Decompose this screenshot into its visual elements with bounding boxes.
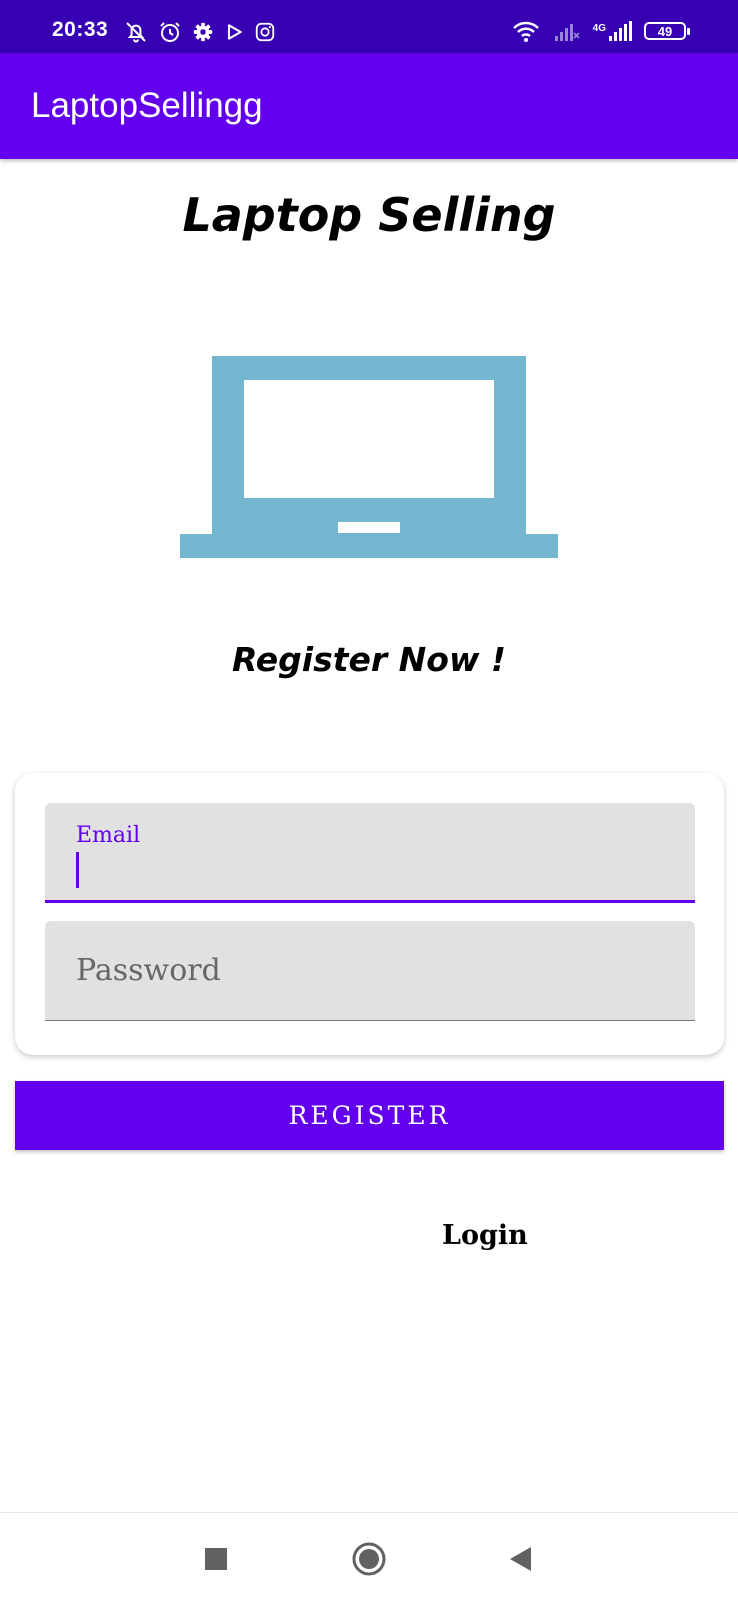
status-icons-right: 4G 49 (511, 19, 690, 43)
home-button[interactable] (347, 1537, 391, 1581)
recents-square-icon (205, 1548, 227, 1570)
register-form-card: Email Password (15, 773, 724, 1055)
recents-button[interactable] (194, 1537, 238, 1581)
password-placeholder: Password (76, 953, 221, 988)
alarm-icon (160, 22, 180, 42)
register-button[interactable]: REGISTER (15, 1081, 724, 1150)
back-triangle-icon (510, 1547, 531, 1571)
signal-weak-icon (554, 24, 580, 41)
laptop-icon (180, 356, 558, 558)
bell-off-icon (126, 22, 146, 43)
play-store-icon (227, 24, 242, 40)
app-bar: LaptopSellingg (0, 53, 738, 159)
password-field[interactable]: Password (45, 921, 695, 1021)
signal-full-icon (609, 21, 632, 41)
back-button[interactable] (498, 1537, 542, 1581)
battery-indicator: 49 (644, 22, 690, 40)
wifi-icon (512, 21, 539, 42)
status-icons-left (124, 20, 276, 44)
battery-level: 49 (657, 23, 673, 39)
status-time: 20:33 (52, 18, 109, 41)
network-type-label: 4G (592, 23, 606, 34)
text-cursor (76, 852, 79, 888)
instagram-icon (255, 22, 275, 42)
email-field[interactable]: Email (45, 803, 695, 903)
home-circle-icon (352, 1542, 386, 1576)
email-label: Email (76, 823, 141, 848)
login-link[interactable]: Login (442, 1220, 528, 1251)
system-nav-bar (0, 1512, 738, 1601)
settings-gear-icon (193, 22, 213, 42)
app-title: LaptopSellingg (31, 86, 263, 125)
signal-4g: 4G (593, 20, 632, 42)
register-heading: Register Now ! (232, 640, 506, 679)
page-title: Laptop Selling (182, 188, 556, 242)
status-bar: 20:33 4G 49 (0, 0, 738, 53)
